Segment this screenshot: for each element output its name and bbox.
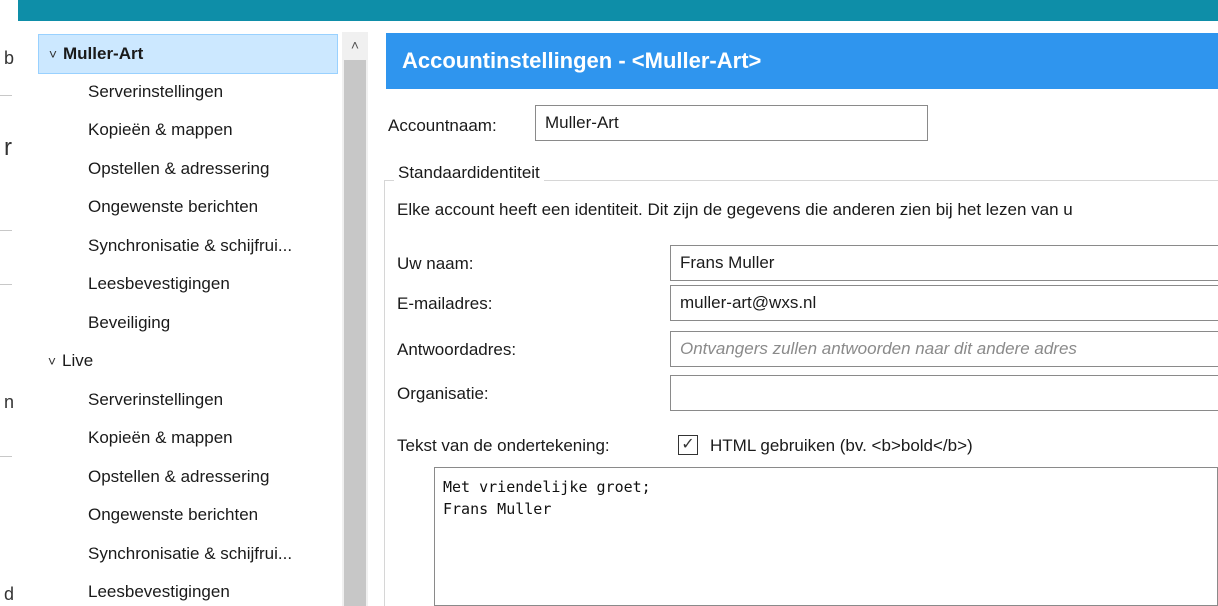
background-divider — [0, 230, 12, 231]
account-name-label: Accountnaam: — [388, 116, 497, 135]
tree-item-synchronisatie[interactable]: Synchronisatie & schijfrui... — [38, 228, 342, 264]
tree-item-kopieen-mappen[interactable]: Kopieën & mappen — [38, 112, 342, 148]
tree-item-beveiliging[interactable]: Beveiliging — [38, 305, 342, 341]
check-icon: ✓ — [681, 436, 695, 453]
tree-item-leesbevestigingen[interactable]: Leesbevestigingen — [38, 574, 342, 606]
email-label: E-mailadres: — [397, 294, 493, 313]
account-tree[interactable]: ˅ Muller-Art Serverinstellingen Kopieën &… — [38, 32, 342, 606]
reply-to-label: Antwoordadres: — [397, 340, 517, 359]
identity-group-border — [384, 180, 385, 606]
identity-group-legend: Standaardidentiteit — [394, 163, 544, 183]
organization-input[interactable] — [670, 375, 1218, 411]
reply-to-input[interactable] — [670, 331, 1218, 367]
tree-item-serverinstellingen[interactable]: Serverinstellingen — [38, 382, 342, 418]
html-signature-checkbox[interactable]: ✓ — [678, 435, 698, 455]
tree-item-opstellen-adressering[interactable]: Opstellen & adressering — [38, 459, 342, 495]
background-divider — [0, 284, 12, 285]
chevron-down-icon[interactable]: ˅ — [43, 35, 63, 73]
tree-item-ongewenste-berichten[interactable]: Ongewenste berichten — [38, 497, 342, 533]
page-title: Accountinstellingen - <Muller-Art> — [386, 33, 1218, 89]
organization-label: Organisatie: — [397, 384, 489, 403]
background-window-edge: b r n d — [0, 0, 18, 606]
background-text-fragment: d — [4, 584, 15, 604]
tree-item-synchronisatie[interactable]: Synchronisatie & schijfrui... — [38, 536, 342, 572]
tree-account-label: Muller-Art — [63, 44, 144, 63]
tree-item-ongewenste-berichten[interactable]: Ongewenste berichten — [38, 189, 342, 225]
tree-item-leesbevestigingen[interactable]: Leesbevestigingen — [38, 266, 342, 302]
tree-item-opstellen-adressering[interactable]: Opstellen & adressering — [38, 151, 342, 187]
tree-account-live[interactable]: ˅ Live — [38, 343, 338, 379]
background-text-fragment: r — [4, 134, 12, 161]
name-label: Uw naam: — [397, 254, 474, 273]
name-input[interactable] — [670, 245, 1218, 281]
tree-item-serverinstellingen[interactable]: Serverinstellingen — [38, 74, 342, 110]
tree-item-kopieen-mappen[interactable]: Kopieën & mappen — [38, 420, 342, 456]
account-name-input[interactable] — [535, 105, 928, 141]
identity-description: Elke account heeft een identiteit. Dit z… — [397, 200, 1073, 219]
email-input[interactable] — [670, 285, 1218, 321]
html-signature-checkbox-label[interactable]: HTML gebruiken (bv. <b>bold</b>) — [710, 436, 973, 456]
background-text-fragment: n — [4, 392, 15, 412]
signature-textarea[interactable]: Met vriendelijke groet; Frans Muller — [434, 467, 1218, 606]
window-title-bar — [18, 0, 1218, 21]
scroll-up-icon[interactable]: ˄ — [342, 32, 368, 58]
scrollbar-thumb[interactable] — [344, 60, 366, 606]
tree-account-label: Live — [62, 351, 94, 370]
background-divider — [0, 456, 12, 457]
background-text-fragment: b — [4, 48, 15, 68]
tree-scrollbar[interactable]: ˄ — [342, 32, 368, 606]
signature-label: Tekst van de ondertekening: — [397, 436, 610, 455]
chevron-down-icon[interactable]: ˅ — [42, 343, 62, 379]
background-divider — [0, 95, 12, 96]
tree-account-muller-art[interactable]: ˅ Muller-Art — [38, 34, 338, 74]
